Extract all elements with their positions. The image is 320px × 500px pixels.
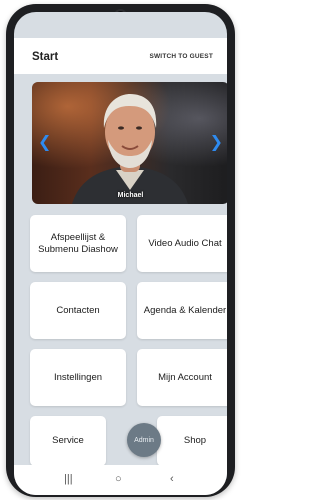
back-icon[interactable]: ‹ [170,473,174,485]
tile-video-audio-chat[interactable]: Video Audio Chat [137,215,227,272]
tile-settings[interactable]: Instellingen [30,349,126,406]
photo-caption: Michael [117,192,144,199]
person-photo [72,94,188,204]
chevron-left-icon[interactable]: ❮ [38,132,51,152]
app-screen: Start SWITCH TO GUEST ❮ ❯ Michael Afspee… [14,12,227,495]
page-title: Start [32,51,59,63]
home-icon[interactable]: ○ [115,473,122,485]
tile-my-account[interactable]: Mijn Account [137,349,227,406]
system-nav-bar: ||| ○ ‹ [14,465,227,495]
tile-calendar[interactable]: Agenda & Kalender [137,282,227,339]
tile-shop[interactable]: Shop [157,416,227,466]
switch-to-guest-button[interactable]: SWITCH TO GUEST [149,53,213,60]
tile-contacts[interactable]: Contacten [30,282,126,339]
tile-playlist[interactable]: Afspeellijst & Submenu Diashow [30,215,126,272]
admin-button[interactable]: Admin [127,423,161,457]
recent-apps-icon[interactable]: ||| [64,473,73,485]
top-bar: Start SWITCH TO GUEST [14,38,227,74]
tile-service[interactable]: Service [30,416,106,466]
photo-carousel[interactable]: ❮ ❯ Michael [32,82,227,204]
chevron-right-icon[interactable]: ❯ [210,132,223,152]
